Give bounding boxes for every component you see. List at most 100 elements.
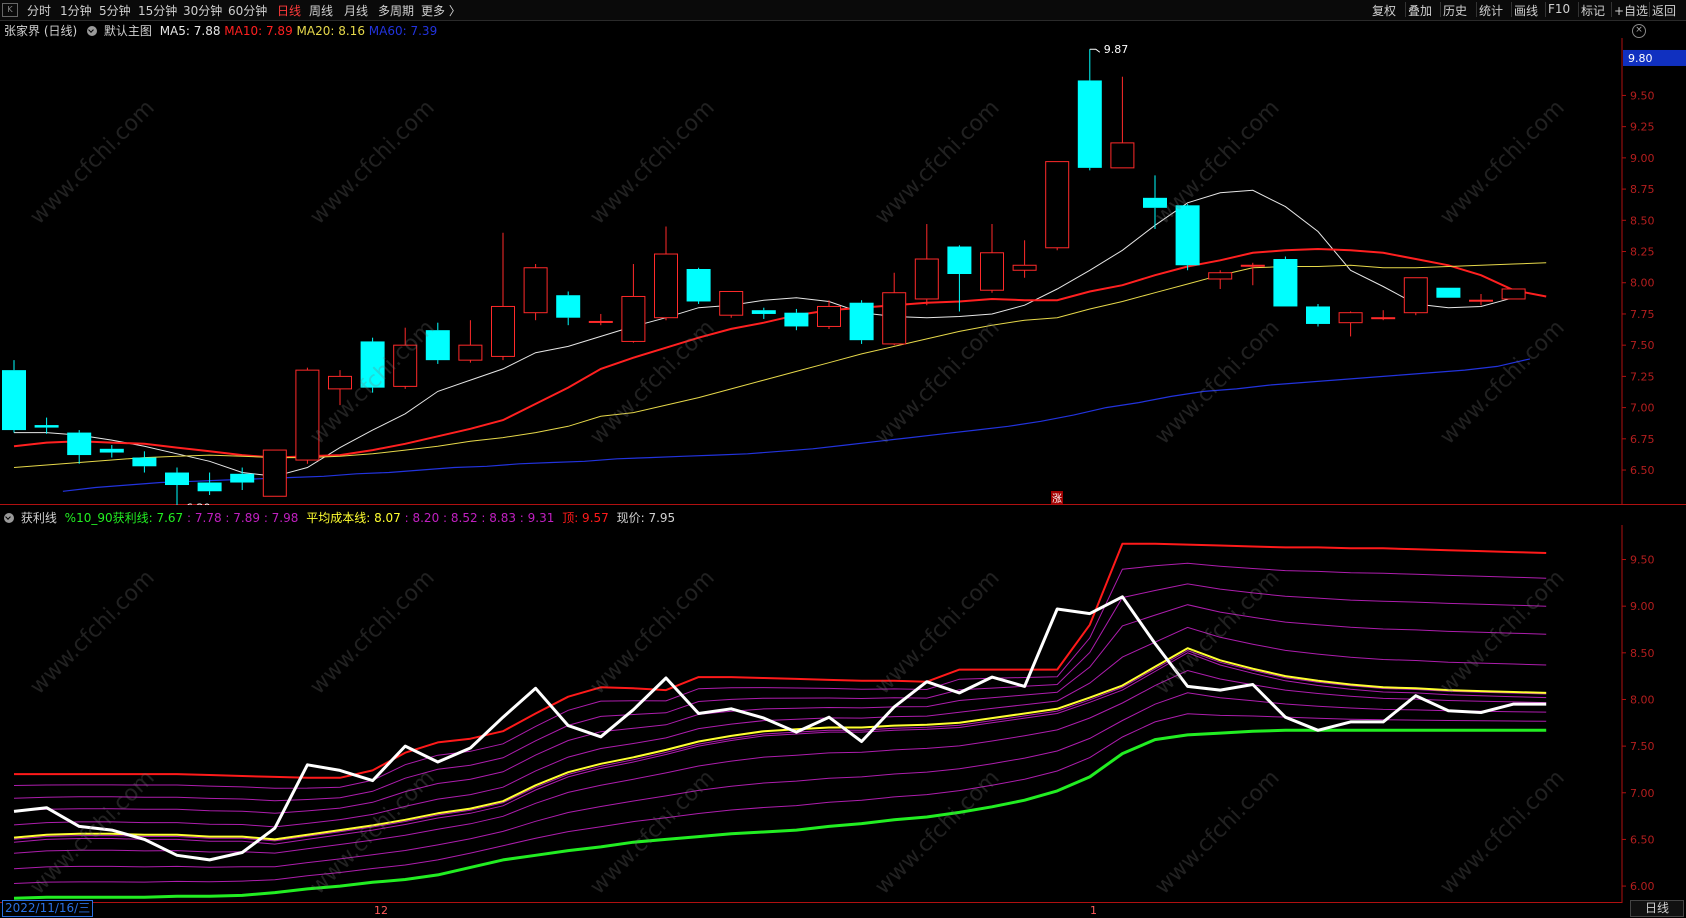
- candle: [556, 291, 581, 326]
- candle-body-down: [1143, 197, 1167, 208]
- chart-name[interactable]: 默认主图: [104, 24, 152, 38]
- ma5-value: MA5: 7.88: [159, 24, 221, 38]
- indicator-name[interactable]: 获利线: [21, 511, 57, 525]
- toolbar-separator: [1440, 2, 1441, 17]
- period-0-button[interactable]: 分时: [27, 2, 51, 19]
- period-2-button[interactable]: 5分钟: [99, 2, 131, 19]
- period-5-button[interactable]: 60分钟: [228, 2, 267, 19]
- y-tick-label: 9.25: [1630, 121, 1655, 134]
- y-tick-label: 6.75: [1630, 433, 1655, 446]
- candle: [1403, 277, 1428, 316]
- candle: [686, 267, 711, 304]
- period-3-button[interactable]: 15分钟: [138, 2, 177, 19]
- candle-body-down: [165, 472, 189, 486]
- period-9-button[interactable]: 多周期: [378, 2, 414, 19]
- toolbar-separator: [1405, 2, 1406, 17]
- sub-y-tick-label: 9.00: [1630, 600, 1655, 613]
- candle: [719, 290, 744, 318]
- candle: [197, 472, 222, 496]
- avg-cost-value: 平均成本线: 8.07: [306, 511, 401, 525]
- toolbar-separator: [1578, 2, 1579, 17]
- high-marker: [1089, 48, 1101, 53]
- ma-line-ma20: [13, 262, 1547, 468]
- ma60-value: MA60: 7.39: [368, 24, 438, 38]
- indicator-settings-icon[interactable]: [4, 513, 14, 523]
- candle-body-down: [1306, 306, 1330, 324]
- low-price-label: 6.20: [186, 501, 211, 505]
- profit-indicator-chart[interactable]: 6.00 6.50 7.00 7.50 8.00 8.50 9.00 9.50: [0, 525, 1686, 903]
- period-1-button[interactable]: 1分钟: [60, 2, 92, 19]
- toolbar-right-2-button[interactable]: 历史: [1443, 2, 1467, 19]
- candle-body-up: [262, 449, 287, 497]
- period-10-button[interactable]: 更多 〉: [421, 2, 461, 19]
- candle: [295, 367, 320, 464]
- candle: [1240, 262, 1265, 286]
- candle-body-down: [67, 432, 92, 456]
- candle-body-down: [230, 473, 255, 483]
- candle: [849, 300, 874, 344]
- profit-line: [13, 728, 1547, 900]
- toolbar-right-4-button[interactable]: 画线: [1514, 2, 1538, 19]
- y-tick-label: 8.50: [1630, 214, 1655, 227]
- toolbar-right-5-button[interactable]: F10: [1548, 2, 1570, 16]
- candle-body-down: [2, 370, 26, 431]
- candle-body-up: [328, 375, 352, 390]
- candle-body-up: [1403, 277, 1428, 314]
- candle-body-down: [360, 341, 385, 388]
- sub-y-tick-label: 9.50: [1630, 554, 1655, 567]
- candle-body-up: [719, 290, 744, 316]
- period-tab-daily[interactable]: 日线: [1630, 900, 1684, 917]
- top-line: [14, 542, 1547, 779]
- candle: [1208, 270, 1233, 289]
- close-panel-icon[interactable]: ×: [1632, 24, 1646, 38]
- candle: [1306, 303, 1330, 327]
- candle-body-down: [686, 269, 711, 302]
- current-price-value: 现价: 7.95: [616, 511, 676, 525]
- candle-body-up: [914, 258, 939, 300]
- y-tick-label: 8.75: [1630, 183, 1655, 196]
- candle-body-up: [1501, 288, 1526, 300]
- candle: [588, 313, 613, 326]
- toolbar-right-8-button[interactable]: 返回: [1652, 2, 1676, 19]
- candle: [1436, 287, 1461, 298]
- period-7-button[interactable]: 周线: [309, 2, 333, 19]
- toolbar-right-7-button[interactable]: +自选: [1614, 2, 1648, 19]
- sub-y-tick-label: 7.00: [1630, 787, 1655, 800]
- y-tick-label: 7.00: [1630, 402, 1655, 415]
- candle: [458, 320, 483, 363]
- candle-body-down: [99, 448, 124, 453]
- candlestick-chart[interactable]: 6.50 6.75 7.00 7.25 7.50 7.75 8.00 8.25 8.50 8.75…: [0, 38, 1686, 505]
- candle-body-up: [654, 253, 678, 319]
- candle-body-up: [393, 344, 418, 387]
- period-6-button[interactable]: 日线: [277, 2, 301, 19]
- toolbar-right-1-button[interactable]: 叠加: [1408, 2, 1432, 19]
- candle: [99, 445, 124, 458]
- candle: [751, 307, 776, 319]
- price-tag-label: 9.80: [1628, 52, 1653, 65]
- candle-body-down: [34, 425, 59, 428]
- candle: [425, 322, 450, 364]
- sub-panel-header: 获利线 %10_90获利线: 7.67 : 7.78 : 7.89 : 7.98…: [4, 509, 675, 526]
- candle: [2, 360, 26, 433]
- ma10-value: MA10: 7.89: [224, 24, 293, 38]
- toolbar-separator: [1649, 2, 1650, 17]
- chart-settings-icon[interactable]: [87, 26, 98, 36]
- candle-body-up: [1045, 161, 1070, 249]
- toolbar-right-6-button[interactable]: 标记: [1581, 2, 1605, 19]
- y-tick-label: 7.25: [1630, 370, 1655, 383]
- candle-body-down: [947, 246, 972, 274]
- toolbar-right-0-button[interactable]: 复权: [1372, 2, 1396, 19]
- candle: [1045, 161, 1070, 251]
- toolbar-right-3-button[interactable]: 统计: [1479, 2, 1503, 19]
- period-4-button[interactable]: 30分钟: [183, 2, 222, 19]
- period-8-button[interactable]: 月线: [344, 2, 368, 19]
- stock-title[interactable]: 张家界 (日线): [4, 24, 77, 38]
- candle: [654, 226, 678, 321]
- candle-body-down: [556, 295, 581, 318]
- window-corner-icon[interactable]: K: [2, 3, 18, 17]
- ma-line-ma10: [13, 247, 1547, 459]
- cursor-date-label: 2022/11/16/三: [2, 900, 94, 917]
- candle: [34, 417, 59, 434]
- candle-body-up: [1240, 264, 1265, 267]
- month-label-12: 12: [374, 904, 388, 917]
